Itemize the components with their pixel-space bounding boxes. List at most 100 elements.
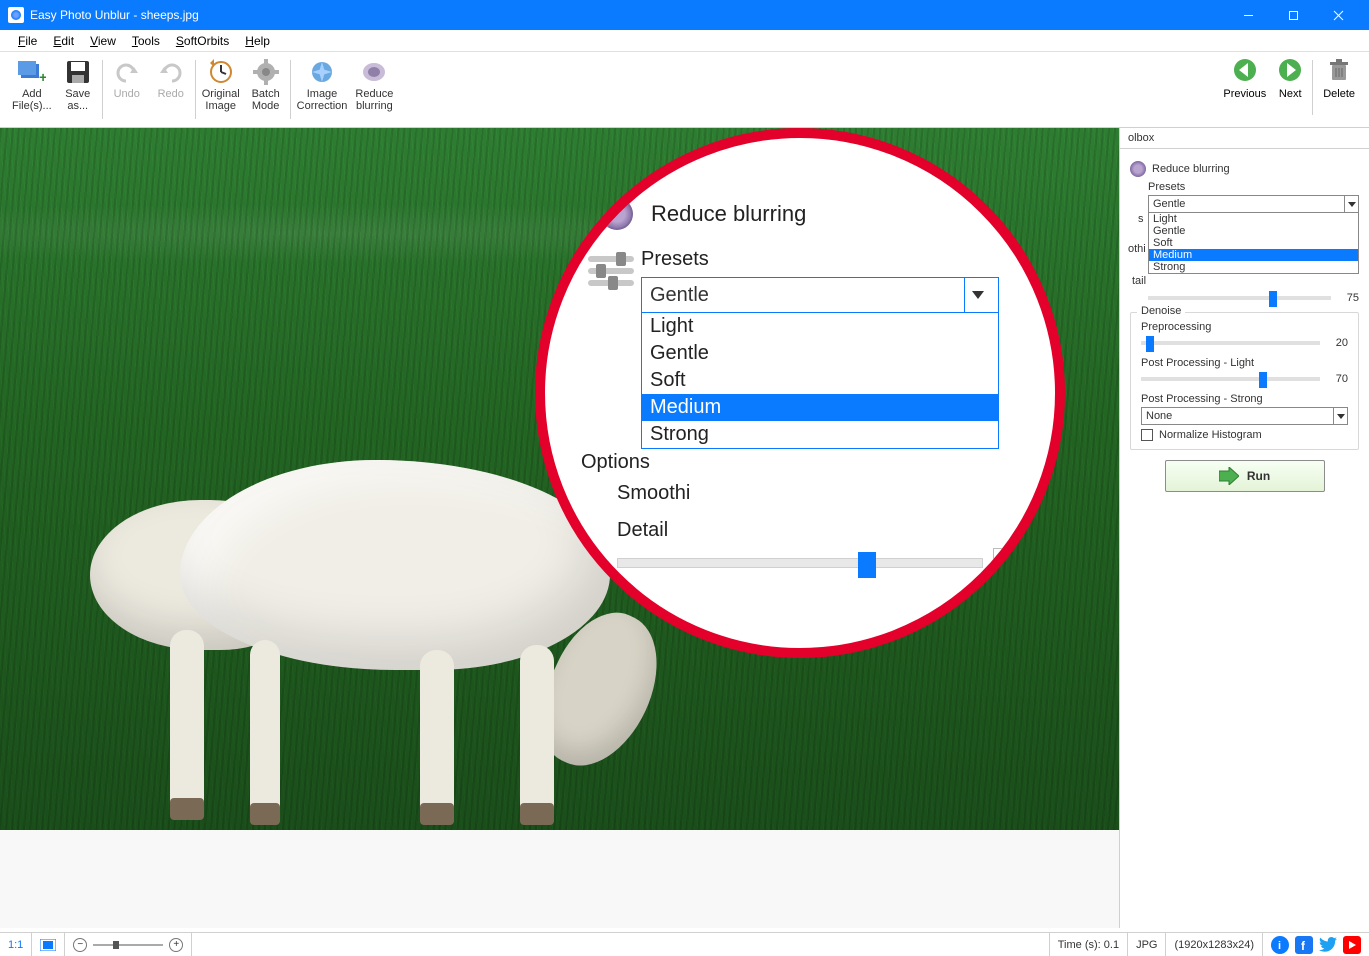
status-time: Time (s): 0.1 <box>1050 933 1128 956</box>
trash-icon <box>1327 58 1351 82</box>
preset-option[interactable]: Light <box>642 313 998 340</box>
preprocessing-label: Preprocessing <box>1141 321 1348 333</box>
sliders-icon <box>588 254 634 288</box>
toolbox-title: olbox <box>1120 128 1369 149</box>
sparkle-icon <box>308 58 336 86</box>
run-button[interactable]: Run <box>1165 460 1325 492</box>
postprocessing-light-value[interactable]: 70 <box>1326 373 1348 385</box>
postprocessing-light-slider[interactable] <box>1141 377 1320 381</box>
play-icon <box>1219 467 1239 485</box>
normalize-histogram-checkbox[interactable]: Normalize Histogram <box>1141 429 1348 441</box>
arrow-right-icon <box>1278 58 1302 82</box>
preset-option[interactable]: Light <box>1149 213 1358 225</box>
preset-option[interactable]: Gentle <box>642 340 998 367</box>
app-icon <box>8 7 24 23</box>
presets-label: Presets <box>1148 181 1359 193</box>
window-title: Easy Photo Unblur - sheeps.jpg <box>30 8 199 22</box>
postprocessing-strong-label: Post Processing - Strong <box>1141 393 1348 405</box>
presets-dropdown[interactable]: Gentle <box>1148 195 1359 213</box>
arrow-left-icon <box>1233 58 1257 82</box>
detail-label: Detail <box>617 519 1029 542</box>
presets-dropdown-list[interactable]: Light Gentle Soft Medium Strong <box>641 313 999 449</box>
redo-button[interactable]: Redo <box>149 56 193 123</box>
clock-icon <box>207 58 235 86</box>
preset-option[interactable]: Soft <box>1149 237 1358 249</box>
options-label: Options <box>581 451 1029 474</box>
zoom-in-button[interactable]: + <box>169 938 183 952</box>
menu-view[interactable]: View <box>82 32 124 50</box>
postprocessing-strong-dropdown[interactable]: None <box>1141 407 1348 425</box>
add-files-button[interactable]: + Add File(s)... <box>8 56 56 123</box>
preprocessing-slider[interactable] <box>1141 341 1320 345</box>
preset-option[interactable]: Strong <box>1149 261 1358 273</box>
detail-slider[interactable] <box>617 558 983 568</box>
original-image-button[interactable]: Original Image <box>198 56 244 123</box>
denoise-group-label: Denoise <box>1137 305 1185 317</box>
add-files-icon: + <box>18 58 46 86</box>
blur-icon <box>601 198 633 230</box>
menu-softorbits[interactable]: SoftOrbits <box>168 32 237 50</box>
chevron-down-icon <box>964 278 990 312</box>
titlebar: Easy Photo Unblur - sheeps.jpg <box>0 0 1369 30</box>
status-format: JPG <box>1128 933 1166 956</box>
menubar: File Edit View Tools SoftOrbits Help <box>0 30 1369 52</box>
image-canvas[interactable]: Reduce blurring Presets Gentle <box>0 128 1119 928</box>
detail-slider[interactable] <box>1148 296 1331 300</box>
presets-dropdown[interactable]: Gentle <box>641 277 999 313</box>
zoom-out-button[interactable]: − <box>73 938 87 952</box>
menu-edit[interactable]: Edit <box>45 32 82 50</box>
zoom-callout: Reduce blurring Presets Gentle <box>535 128 1065 658</box>
menu-tools[interactable]: Tools <box>124 32 168 50</box>
save-as-button[interactable]: Save as... <box>56 56 100 123</box>
postprocessing-light-label: Post Processing - Light <box>1141 357 1348 369</box>
twitter-icon[interactable] <box>1319 936 1337 954</box>
redo-icon <box>157 58 185 86</box>
info-icon[interactable]: i <box>1271 936 1289 954</box>
menu-help[interactable]: Help <box>237 32 278 50</box>
previous-button[interactable]: Previous <box>1217 56 1272 102</box>
gear-icon <box>252 58 280 86</box>
batch-mode-button[interactable]: Batch Mode <box>244 56 288 123</box>
chevron-down-icon <box>1344 196 1358 212</box>
callout-title: Reduce blurring <box>651 201 806 227</box>
chevron-down-icon <box>1333 408 1347 424</box>
preset-option[interactable]: Soft <box>642 367 998 394</box>
next-button[interactable]: Next <box>1272 56 1308 102</box>
svg-text:i: i <box>1278 940 1281 951</box>
detail-value[interactable]: 75 <box>1337 292 1359 304</box>
detail-value[interactable]: 75 <box>993 548 1029 578</box>
checkbox-icon <box>1141 429 1153 441</box>
toolbox-panel: olbox Reduce blurring Presets Gentle s o… <box>1119 128 1369 928</box>
blur-icon <box>1130 161 1146 177</box>
close-button[interactable] <box>1316 0 1361 30</box>
menu-file[interactable]: File <box>10 32 45 50</box>
presets-dropdown-list[interactable]: Light Gentle Soft Medium Strong <box>1148 213 1359 274</box>
preprocessing-value[interactable]: 20 <box>1326 337 1348 349</box>
zoom-slider[interactable]: − + <box>65 933 192 956</box>
svg-text:f: f <box>1301 939 1306 951</box>
preset-option[interactable]: Gentle <box>1149 225 1358 237</box>
youtube-icon[interactable] <box>1343 936 1361 954</box>
minimize-button[interactable] <box>1226 0 1271 30</box>
status-dimensions: (1920x1283x24) <box>1166 933 1263 956</box>
zoom-ratio[interactable]: 1:1 <box>0 933 32 956</box>
maximize-button[interactable] <box>1271 0 1316 30</box>
reduce-blurring-button[interactable]: Reduce blurring <box>351 56 397 123</box>
blur-icon <box>360 58 388 86</box>
reduce-blurring-label: Reduce blurring <box>1152 163 1230 175</box>
fit-to-window-button[interactable] <box>32 933 65 956</box>
svg-text:+: + <box>39 69 46 85</box>
image-correction-button[interactable]: Image Correction <box>293 56 352 123</box>
delete-button[interactable]: Delete <box>1317 56 1361 102</box>
presets-label: Presets <box>641 248 999 271</box>
undo-icon <box>113 58 141 86</box>
save-icon <box>64 58 92 86</box>
preset-option[interactable]: Strong <box>642 421 998 448</box>
undo-button[interactable]: Undo <box>105 56 149 123</box>
toolbar: + Add File(s)... Save as... Undo Redo Or… <box>0 52 1369 128</box>
preset-option[interactable]: Medium <box>642 394 998 421</box>
statusbar: 1:1 − + Time (s): 0.1 JPG (1920x1283x24)… <box>0 932 1369 956</box>
facebook-icon[interactable]: f <box>1295 936 1313 954</box>
preset-option[interactable]: Medium <box>1149 249 1358 261</box>
smoothing-label: Smoothi <box>617 482 1029 505</box>
